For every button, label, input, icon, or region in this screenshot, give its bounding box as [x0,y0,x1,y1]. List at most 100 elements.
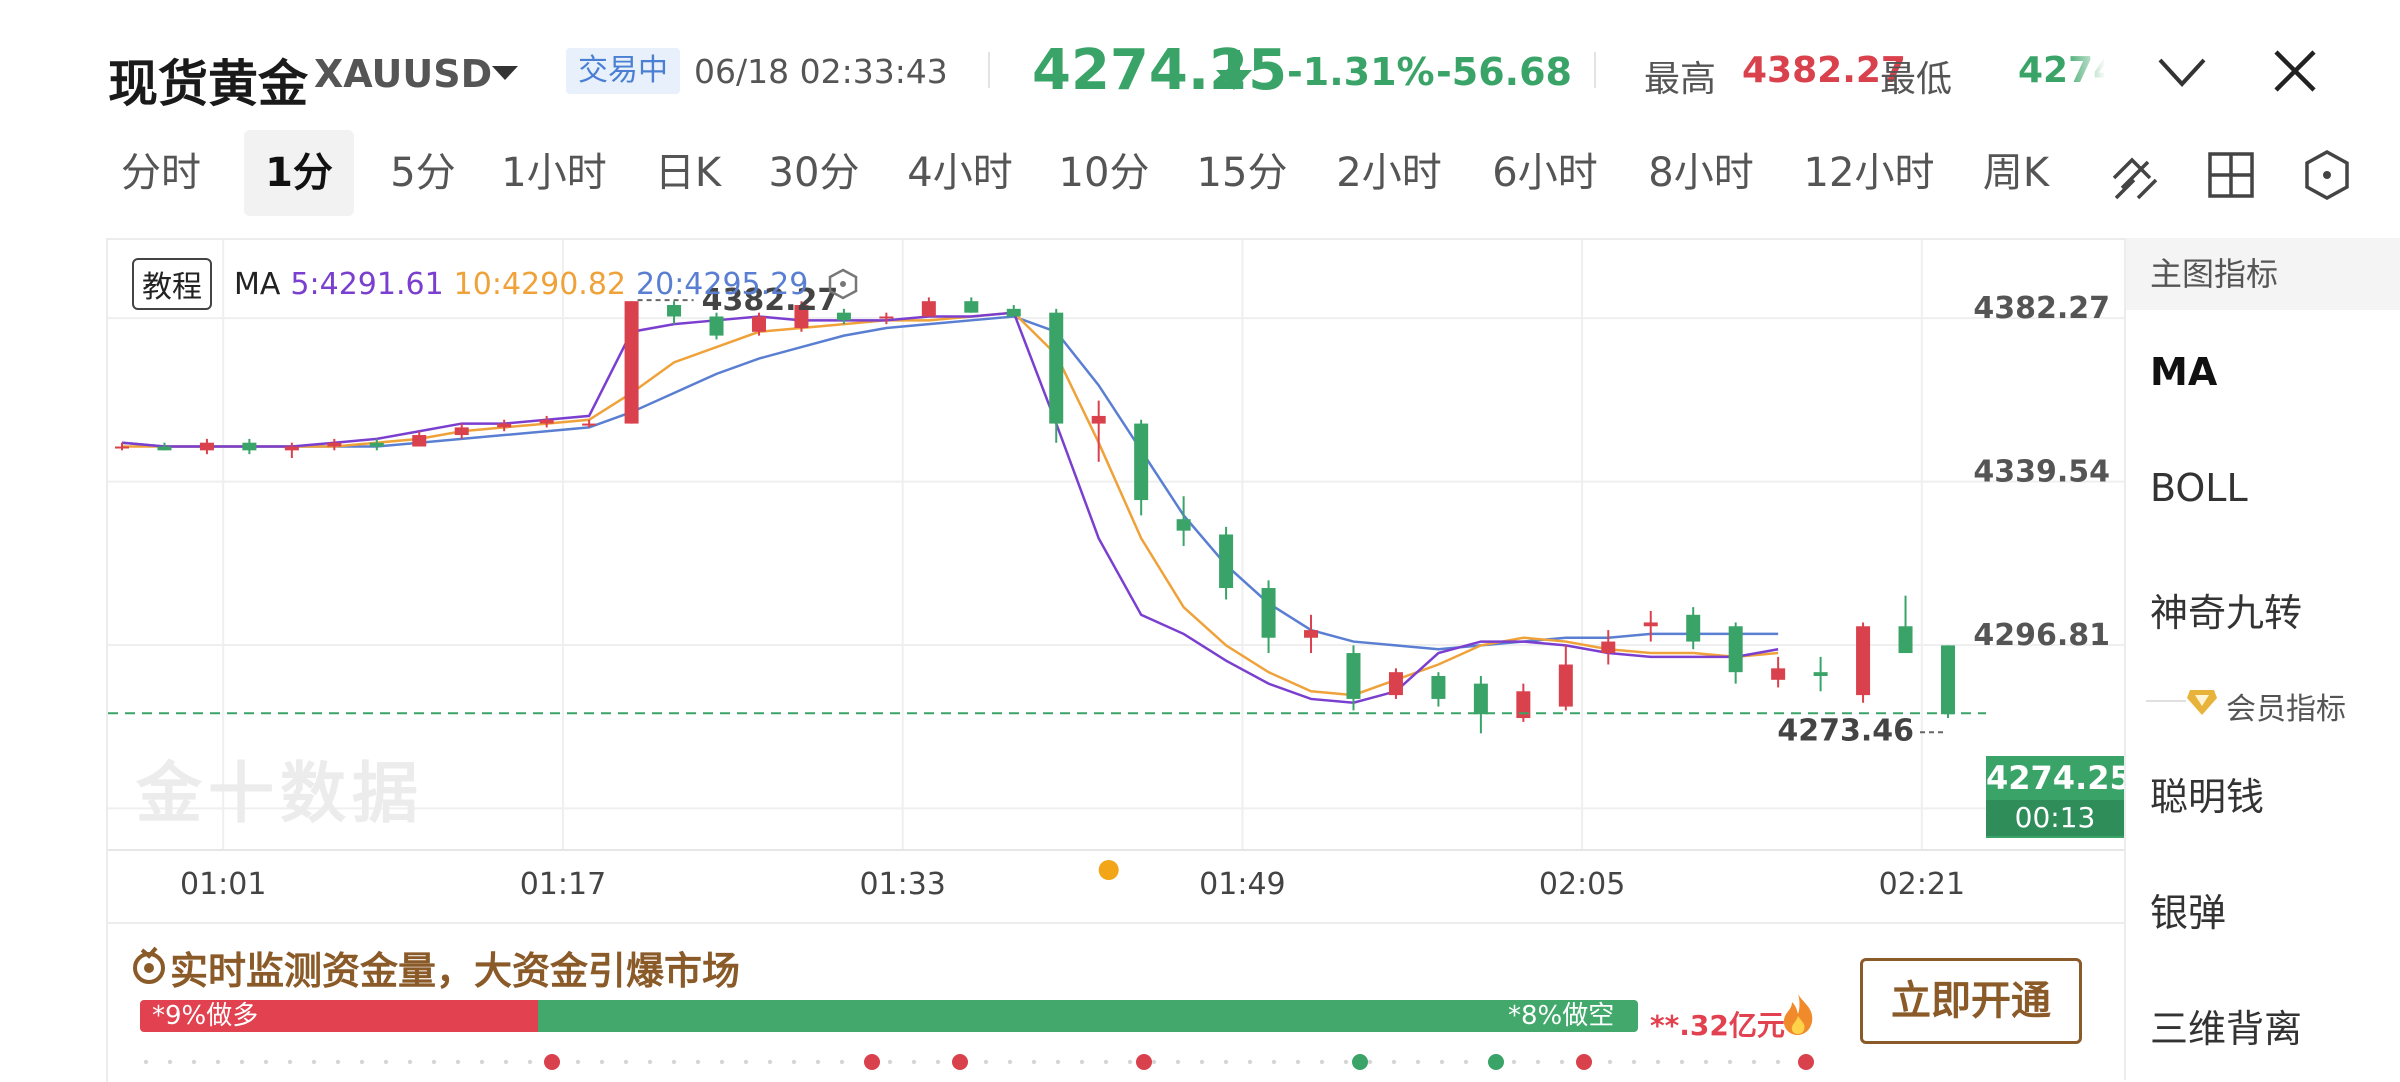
candle-body [539,419,554,424]
candle-body [1728,626,1743,673]
timeline-dot [335,1059,341,1065]
timeline-dot [1175,1059,1181,1065]
grid-layout-icon[interactable] [2206,150,2256,200]
timeline-dot [647,1059,653,1065]
indicator-smart-money[interactable]: 聪明钱 [2150,766,2264,821]
x-axis-tick-label: 02:21 [1879,867,1965,902]
indicator-boll[interactable]: BOLL [2150,466,2248,510]
timeline-dot [719,1059,725,1065]
candle-body [1346,653,1361,699]
candle-body [1813,672,1828,676]
flow-event-dot [1798,1054,1814,1070]
quote-datetime: 06/18 02:33:43 [694,52,948,91]
candle-body [1898,626,1913,654]
kline-chart[interactable]: 4382.27 4339.54 4296.81 01:01 01:17 01:33 01:4… [106,238,2132,925]
hexagon-settings-icon[interactable] [2300,148,2354,202]
timeline-dot [263,1059,269,1065]
tutorial-button[interactable]: 教程 [132,258,212,310]
timeline-dot [1223,1059,1229,1065]
last-price-badge: 4274.25 00:13 [1986,756,2132,838]
tab-weekly[interactable]: 周K [1966,130,2066,216]
candle-body [1643,622,1658,627]
tab-4hour[interactable]: 4小时 [890,130,1030,216]
indicator-ma[interactable]: MA [2150,350,2217,394]
x-axis-tick-label: 02:05 [1539,867,1625,902]
ma-legend: 教程 MA 5:4291.61 10:4290.82 20:4295.29 [132,258,860,310]
flow-event-dot [1576,1054,1592,1070]
tab-minute-line[interactable]: 分时 [106,130,216,216]
candle-body [1856,626,1871,696]
ma-settings-icon[interactable] [826,267,860,301]
tab-8hour[interactable]: 8小时 [1630,130,1772,216]
timeline-dot [1367,1059,1373,1065]
candle-body [199,442,214,451]
flow-event-dot [952,1054,968,1070]
long-ratio-label: *9%做多 [152,1001,259,1031]
indicator-3d-divergence[interactable]: 三维背离 [2150,998,2302,1053]
change-percent: -1.31% [1287,50,1435,94]
candle-body [1771,668,1786,680]
flow-event-dot [1488,1054,1504,1070]
timeline-dot [407,1059,413,1065]
candle-body [284,446,299,451]
event-marker-dot [1098,860,1119,880]
timeline-dot [791,1059,797,1065]
vip-indicator-header: 会员指标 [2126,682,2400,727]
fire-icon [1783,994,1813,1035]
open-now-button[interactable]: 立即开通 [1860,958,2082,1044]
tab-1min[interactable]: 1分 [244,130,354,216]
timeline-dot [1055,1059,1061,1065]
timeline-dot [623,1059,629,1065]
tab-30min[interactable]: 30分 [754,130,874,216]
low-marker-label: 4273.46 [1777,713,1914,748]
tab-10min[interactable]: 10分 [1044,130,1164,216]
candle-countdown: 00:13 [1986,800,2124,836]
candle-body [1304,630,1319,638]
timeline-dot [1247,1059,1253,1065]
timeline-dot [1727,1059,1733,1065]
vip-diamond-icon [2187,690,2217,715]
tab-6hour[interactable]: 6小时 [1474,130,1616,216]
capital-flow-banner[interactable]: 实时监测资金量，大资金引爆市场 *9%做多 *8%做空 **.32亿元 立即开通 [106,922,2126,1082]
short-ratio-label: *8%做空 [1508,1001,1615,1031]
indicator-td-sequential[interactable]: 神奇九转 [2150,582,2302,637]
timeline-dot [503,1059,509,1065]
timeline-dot [1511,1059,1517,1065]
trade-status-badge: 交易中 [566,48,680,94]
ma20-value: 20:4295.29 [636,266,809,302]
tab-2hour[interactable]: 2小时 [1318,130,1460,216]
indicator-silver-bullet[interactable]: 银弹 [2150,882,2226,937]
timeline-dot [1295,1059,1301,1065]
tab-5min[interactable]: 5分 [368,130,478,216]
candle-body [157,446,172,451]
tab-12hour[interactable]: 12小时 [1786,130,1952,216]
timeline-dot [743,1059,749,1065]
tab-1hour[interactable]: 1小时 [484,130,624,216]
instrument-dropdown-caret-icon[interactable] [492,66,518,80]
indicator-panel: 主图指标 MA BOLL 神奇九转 会员指标 聪明钱 银弹 三维背离 [2124,238,2400,1080]
timeline-dot [191,1059,197,1065]
expand-chevron-down-icon[interactable] [2156,52,2208,92]
timeline-dot [455,1059,461,1065]
draw-tool-icon[interactable] [2108,148,2162,202]
instrument-name[interactable]: 现货黄金 [108,44,308,116]
candle-body [497,423,512,428]
close-icon[interactable] [2268,44,2322,98]
tab-15min[interactable]: 15分 [1182,130,1302,216]
vip-divider-left [2146,700,2186,702]
timeline-dot [311,1059,317,1065]
candle-body [624,301,639,424]
instrument-code[interactable]: XAUUSD [314,52,492,96]
tab-daily[interactable]: 日K [638,130,738,216]
timeline-dot [599,1059,605,1065]
low-label: 最低 [1880,59,1953,100]
candle-body [412,435,427,447]
timeline-dot [287,1059,293,1065]
timeline-dot [887,1059,893,1065]
timeline-dot [1703,1059,1709,1065]
timeline-dot [911,1059,917,1065]
y-axis-tick-label: 4296.81 [1973,618,2110,653]
candle-body [242,442,257,451]
candle-body [751,316,766,332]
flow-event-dot [544,1054,560,1070]
